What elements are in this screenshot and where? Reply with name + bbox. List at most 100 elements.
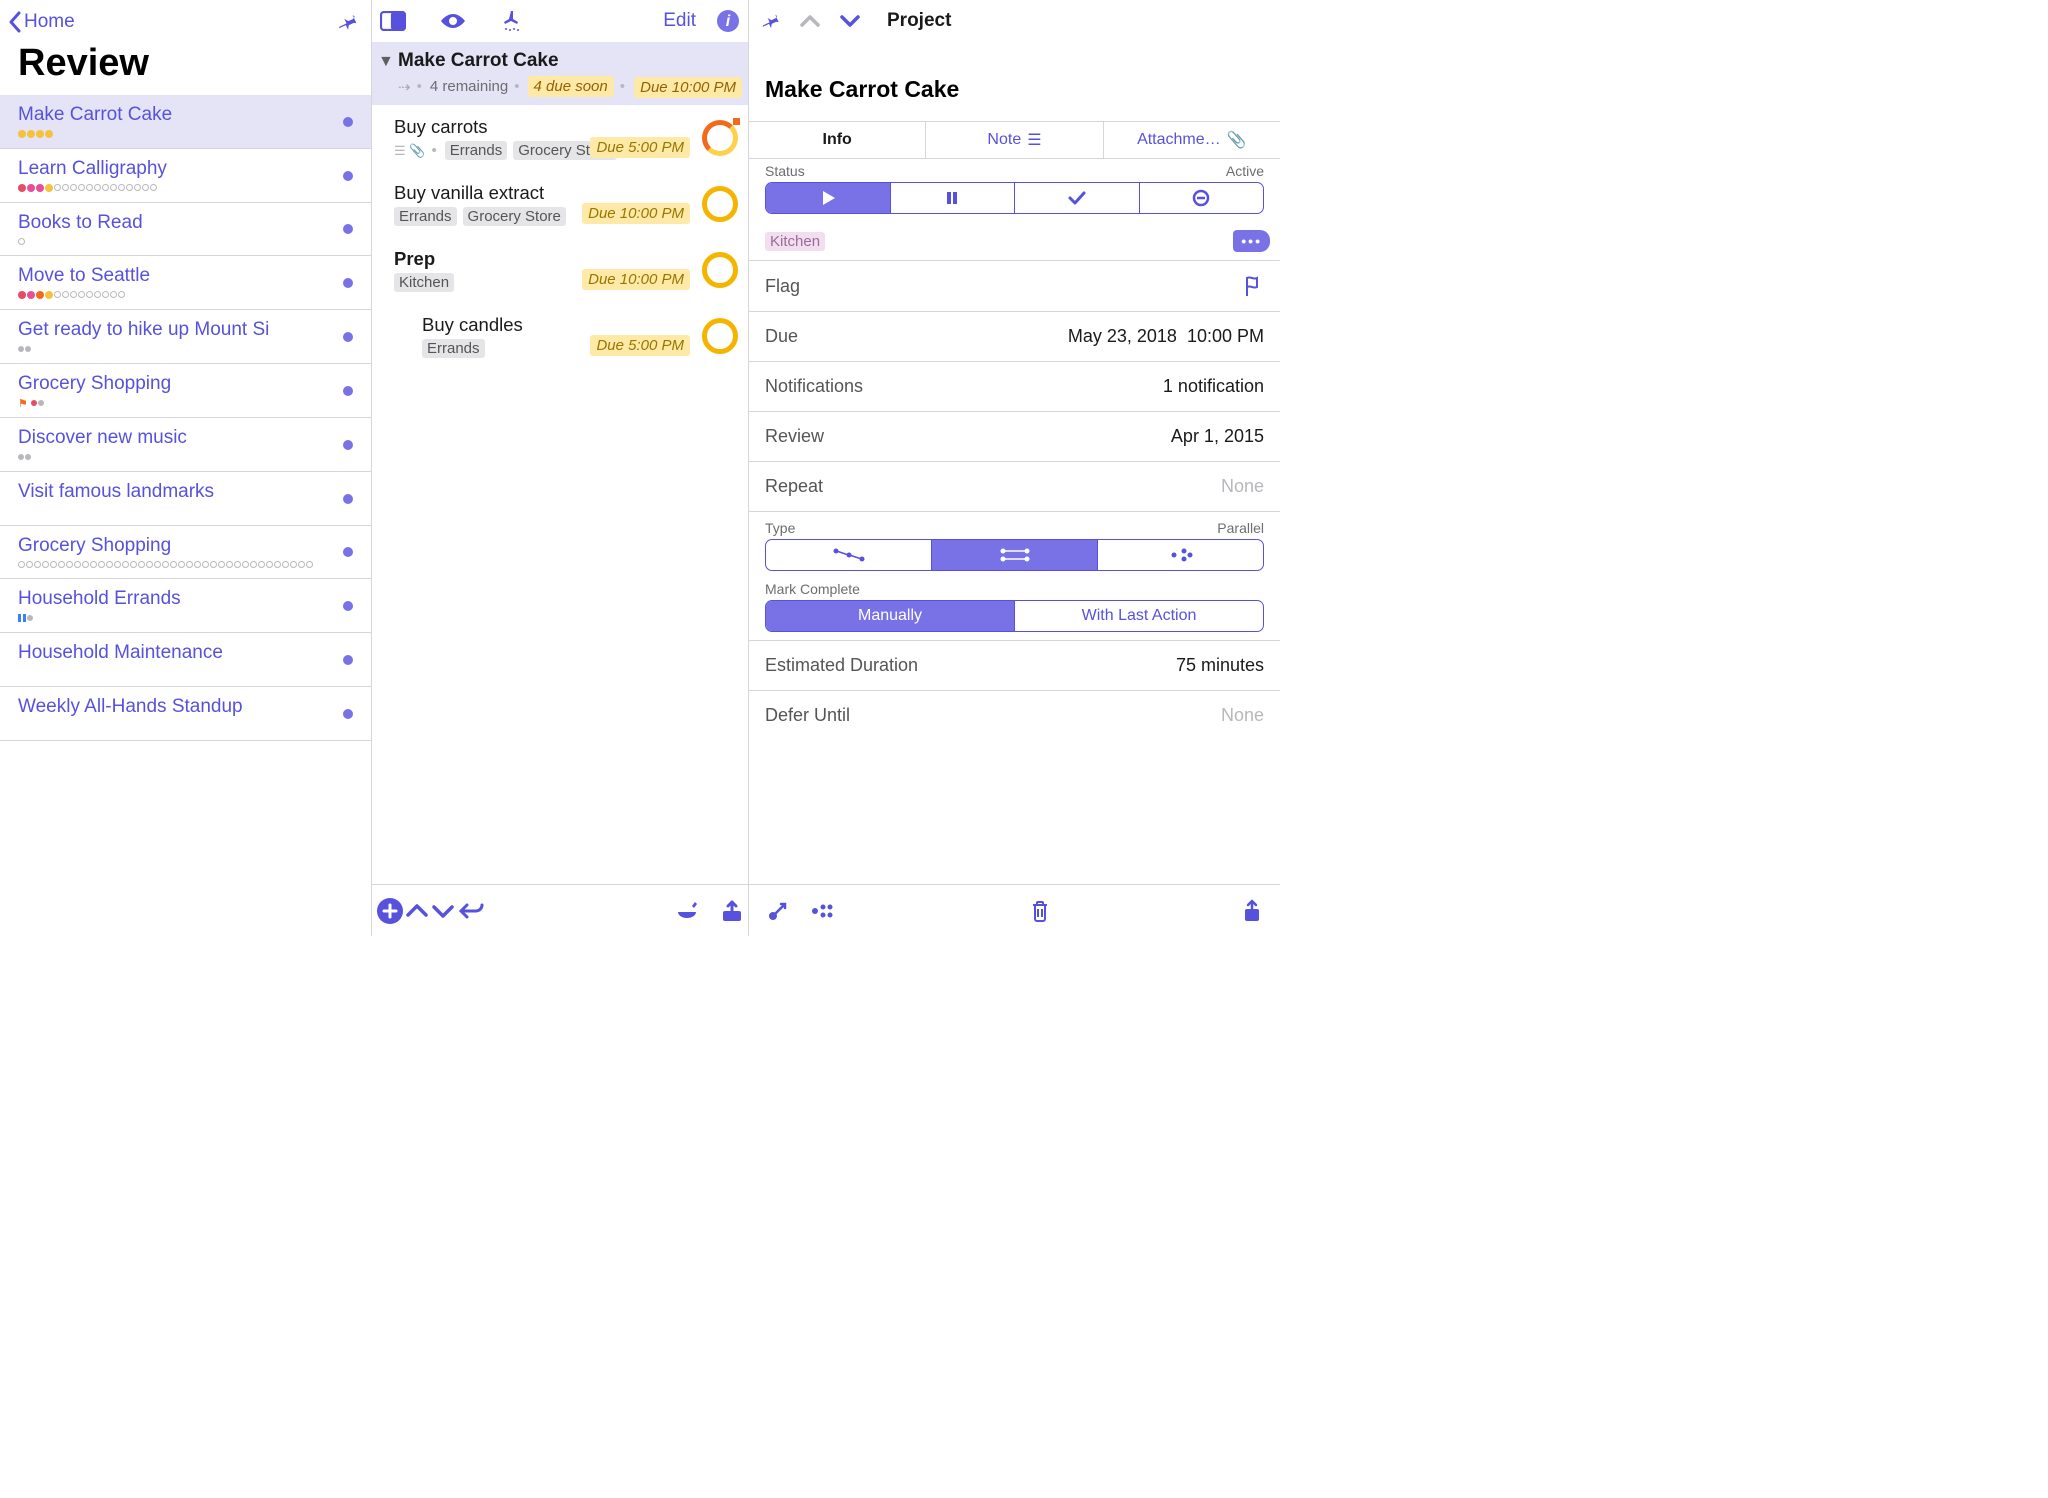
- pin-icon[interactable]: [337, 11, 359, 33]
- type-singleactions-button[interactable]: [1098, 540, 1263, 570]
- status-completed-button[interactable]: [1015, 183, 1140, 213]
- inspector-column: Project Make Carrot Cake Info Note☰ Atta…: [749, 0, 1280, 936]
- sidebar-project[interactable]: Grocery Shopping: [0, 526, 371, 579]
- project-name: Grocery Shopping: [18, 373, 353, 395]
- project-name: Learn Calligraphy: [18, 158, 353, 180]
- quick-entry-button[interactable]: [674, 900, 700, 922]
- convert-icon[interactable]: [811, 902, 837, 920]
- repeat-row[interactable]: Repeat None: [749, 462, 1280, 512]
- tab-note[interactable]: Note☰: [926, 122, 1103, 158]
- status-active-button[interactable]: [766, 183, 891, 213]
- sidebar-project[interactable]: Discover new music: [0, 418, 371, 472]
- status-dot: [343, 494, 353, 504]
- status-dot: [343, 117, 353, 127]
- progress-dots: [18, 561, 353, 568]
- attachment-icon: 📎: [1227, 130, 1247, 150]
- status-dropped-button[interactable]: [1140, 183, 1264, 213]
- disclosure-triangle-icon[interactable]: ▼: [378, 53, 394, 71]
- sidebar-project[interactable]: Get ready to hike up Mount Si: [0, 310, 371, 364]
- project-name: Household Errands: [18, 588, 353, 610]
- task-row[interactable]: PrepKitchenDue 10:00 PM: [372, 237, 748, 303]
- back-home-button[interactable]: Home: [8, 11, 75, 33]
- sidebar: Home Review Make Carrot CakeLearn Callig…: [0, 0, 372, 936]
- flag-icon: [1244, 275, 1264, 297]
- next-button[interactable]: [430, 902, 456, 920]
- sidebar-project[interactable]: Grocery Shopping⚑: [0, 364, 371, 418]
- project-name: Books to Read: [18, 212, 353, 234]
- task-row[interactable]: Buy vanilla extractErrands Grocery Store…: [372, 171, 748, 237]
- pin-icon[interactable]: [761, 11, 781, 31]
- progress-dots: [18, 238, 353, 245]
- review-row[interactable]: Review Apr 1, 2015: [749, 412, 1280, 462]
- type-value: Parallel: [1217, 520, 1264, 536]
- type-sequential-button[interactable]: [766, 540, 932, 570]
- edit-button[interactable]: Edit: [663, 10, 696, 32]
- type-label: Type: [765, 520, 795, 536]
- project-header[interactable]: ▼ Make Carrot Cake ⇢ • 4 remaining • 4 d…: [372, 42, 748, 105]
- undo-button[interactable]: [456, 901, 484, 921]
- status-label: Status: [765, 163, 805, 179]
- share-icon[interactable]: [1242, 899, 1262, 923]
- tags-more-button[interactable]: •••: [1233, 230, 1270, 252]
- cleanup-icon[interactable]: [500, 9, 524, 33]
- status-dot: [343, 655, 353, 665]
- progress-dots: [18, 184, 353, 192]
- task-name: Buy candles: [422, 314, 736, 336]
- trash-icon[interactable]: [1030, 899, 1050, 923]
- info-icon[interactable]: i: [716, 9, 740, 33]
- type-parallel-button[interactable]: [932, 540, 1098, 570]
- sidebar-project[interactable]: Visit famous landmarks: [0, 472, 371, 526]
- goto-project-icon[interactable]: [767, 900, 789, 922]
- sidebar-project[interactable]: Household Errands: [0, 579, 371, 633]
- add-button[interactable]: [376, 897, 404, 925]
- project-header-name: Make Carrot Cake: [398, 50, 736, 72]
- tag-chip: Errands: [422, 339, 485, 358]
- task-status-circle[interactable]: [702, 318, 738, 354]
- status-value: Active: [1226, 163, 1264, 179]
- sidebar-project[interactable]: Make Carrot Cake: [0, 95, 371, 149]
- sidebar-project[interactable]: Weekly All-Hands Standup: [0, 687, 371, 741]
- nav-down-icon[interactable]: [839, 13, 861, 29]
- due-row[interactable]: Due May 23, 2018 10:00 PM: [749, 312, 1280, 362]
- nav-up-icon: [799, 13, 821, 29]
- task-row[interactable]: Buy carrots☰ 📎•Errands Grocery StoreDue …: [372, 105, 748, 171]
- mark-manually-button[interactable]: Manually: [766, 601, 1015, 631]
- notifications-row[interactable]: Notifications 1 notification: [749, 362, 1280, 412]
- defer-row[interactable]: Defer Until None: [749, 691, 1280, 740]
- sidebar-toggle-icon[interactable]: [380, 11, 406, 31]
- mark-lastaction-button[interactable]: With Last Action: [1015, 601, 1263, 631]
- project-due-badge: Due 10:00 PM: [634, 77, 742, 98]
- status-onhold-button[interactable]: [891, 183, 1016, 213]
- status-segmented-control: [765, 182, 1264, 214]
- progress-dots: [18, 291, 353, 299]
- mark-complete-segmented-control: Manually With Last Action: [765, 600, 1264, 632]
- view-icon[interactable]: [438, 11, 468, 31]
- project-name: Get ready to hike up Mount Si: [18, 319, 353, 341]
- tab-attachments[interactable]: Attachme…📎: [1104, 122, 1280, 158]
- task-due-badge: Due 10:00 PM: [582, 203, 690, 224]
- tag-chip: Grocery Store: [463, 207, 566, 226]
- tasks-column: Edit i ▼ Make Carrot Cake ⇢ • 4 remainin…: [372, 0, 749, 936]
- task-status-circle[interactable]: [702, 120, 738, 156]
- sidebar-project[interactable]: Household Maintenance: [0, 633, 371, 687]
- inspector-project-name[interactable]: Make Carrot Cake: [749, 42, 1280, 121]
- sidebar-project[interactable]: Move to Seattle: [0, 256, 371, 310]
- task-status-circle[interactable]: [702, 252, 738, 288]
- task-name: Prep: [394, 248, 736, 270]
- prev-button[interactable]: [404, 902, 430, 920]
- status-dot: [343, 709, 353, 719]
- flag-row[interactable]: Flag: [749, 261, 1280, 312]
- status-dot: [343, 171, 353, 181]
- share-button[interactable]: [720, 900, 744, 922]
- task-row[interactable]: Buy candles Errands Due 5:00 PM: [372, 303, 748, 369]
- task-due-badge: Due 5:00 PM: [590, 137, 690, 158]
- task-status-circle[interactable]: [702, 186, 738, 222]
- tab-info[interactable]: Info: [749, 122, 926, 158]
- sidebar-project[interactable]: Books to Read: [0, 203, 371, 256]
- tag-chip[interactable]: Kitchen: [765, 232, 825, 251]
- duration-row[interactable]: Estimated Duration 75 minutes: [749, 640, 1280, 691]
- status-dot: [343, 440, 353, 450]
- sidebar-project[interactable]: Learn Calligraphy: [0, 149, 371, 203]
- tag-chip: Kitchen: [394, 273, 454, 292]
- task-due-badge: Due 5:00 PM: [590, 335, 690, 356]
